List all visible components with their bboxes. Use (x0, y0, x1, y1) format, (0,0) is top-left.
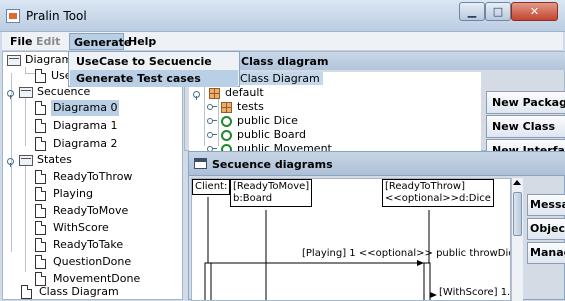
close-button[interactable]: ✕ (511, 2, 558, 21)
tree-label: Diagrama 0 (51, 100, 120, 116)
lifeline-state: [ReadyToMove] (233, 181, 310, 192)
dice-activation (423, 262, 431, 300)
expanded-icon[interactable] (7, 157, 14, 167)
folder-icon (19, 87, 33, 98)
menu-edit[interactable]: Edit (32, 33, 64, 50)
client-activation (204, 262, 212, 300)
tree-label: ReadyToThrow (53, 170, 133, 183)
lifeline-client[interactable]: Client: (192, 179, 231, 195)
class-window-title-bar: Class diagram (185, 52, 565, 70)
sequence-canvas[interactable]: Client: [ReadyToMove] b:Board [ReadyToTh… (191, 178, 511, 301)
tree-label: public Board (237, 128, 306, 141)
tree-label: ReadyToTake (53, 238, 124, 251)
document-icon (35, 101, 46, 115)
tree-label: tests (237, 100, 264, 113)
object-button[interactable]: Object (527, 218, 565, 240)
lifeline-board[interactable]: [ReadyToMove] b:Board (230, 179, 313, 207)
window-title: Pralin Tool (26, 9, 87, 23)
menu-item-usecase-to-sequence[interactable]: UseCase to Secuencie diagrams (70, 53, 238, 85)
expanded-icon[interactable] (7, 89, 14, 99)
collapsed-icon[interactable] (207, 117, 217, 127)
tree-label: Diagrama 1 (53, 119, 118, 132)
menu-help[interactable]: Help (124, 33, 160, 50)
tree-label: Class Diagram (237, 72, 323, 85)
tree-label: States (37, 153, 72, 166)
minimize-button[interactable]: ▁ (459, 2, 485, 21)
tree-item-class-diagram-root[interactable]: Class Diagram (237, 72, 323, 86)
lifeline-state: [ReadyToThrow] (385, 181, 466, 192)
scroll-up-icon[interactable] (513, 180, 521, 185)
tree-connector (218, 96, 219, 146)
tree-label: default (225, 86, 264, 99)
arrowhead-icon (430, 292, 437, 298)
sequence-window-title: Secuence diagrams (212, 158, 333, 171)
menu-item-generate-test-cases[interactable]: Generate Test cases (70, 70, 238, 87)
tree-connector (25, 98, 26, 146)
document-icon (35, 137, 46, 151)
document-icon (35, 238, 46, 252)
message-label: [WithScore] 1.1 (439, 287, 511, 298)
menu-bar: File Edit Generate Help (2, 32, 563, 51)
class-diagram-window: Class diagram Class Diagram default test… (184, 51, 565, 162)
vertical-scrollbar[interactable] (511, 178, 523, 301)
folder-icon (19, 155, 33, 166)
document-icon (35, 221, 46, 235)
tree-label: WithScore (53, 221, 109, 234)
menu-generate[interactable]: Generate (69, 33, 131, 50)
collapsed-icon[interactable] (207, 103, 217, 113)
tree-connector (25, 73, 35, 74)
package-icon (221, 102, 232, 113)
lifeline-label: Client: (195, 181, 228, 192)
title-bar: Pralin Tool ▁ □ ✕ (0, 0, 565, 32)
lifeline-object: b:Board (233, 193, 273, 204)
tree-label: Playing (53, 187, 93, 200)
diagram-tree-panel: Diagrams Use Case Secuence Diagrama 0 Di… (2, 51, 183, 300)
expanded-icon[interactable] (193, 90, 200, 100)
document-icon (35, 187, 46, 201)
document-icon (35, 170, 46, 184)
document-icon (35, 204, 46, 218)
new-class-button[interactable]: New Class (486, 115, 565, 138)
class-icon (221, 130, 232, 141)
window-icon (194, 158, 207, 169)
lifeline-dice[interactable]: [ReadyToThrow] <<optional>>d:Dice (382, 179, 494, 207)
message-button[interactable]: Message (527, 194, 565, 216)
document-icon (35, 119, 46, 133)
arrowhead-icon (417, 260, 424, 266)
lifeline-object: <<optional>>d:Dice (385, 193, 491, 204)
maximize-button[interactable]: □ (485, 2, 511, 21)
tree-label: ReadyToMove (53, 204, 129, 217)
class-icon (221, 116, 232, 127)
new-package-button[interactable]: New Package (486, 91, 565, 114)
package-icon (209, 88, 220, 99)
scrollbar-thumb[interactable] (513, 192, 522, 236)
tree-label: public Dice (237, 114, 298, 127)
message-label: [Playing] 1 <<optional>> public throwDic… (302, 248, 511, 259)
generate-dropdown: UseCase to Secuencie diagrams Generate T… (68, 51, 240, 87)
app-icon (6, 9, 20, 23)
tree-label: QuestionDone (53, 255, 132, 268)
sequence-window-title-bar: Secuence diagrams (189, 152, 565, 176)
tree-label: Class Diagram (39, 285, 119, 298)
folder-icon (7, 55, 21, 66)
sequence-diagrams-window: Secuence diagrams Client: [ReadyToMove] … (188, 151, 565, 301)
class-window-title: Class diagram (241, 55, 329, 68)
tree-connector (25, 164, 26, 272)
document-icon (35, 255, 46, 269)
tree-connector (204, 82, 205, 146)
document-icon (21, 285, 32, 299)
tree-label: Diagrama 2 (53, 137, 118, 150)
collapsed-icon[interactable] (207, 131, 217, 141)
manage-button[interactable]: Manage (527, 242, 565, 264)
document-icon (35, 69, 46, 83)
